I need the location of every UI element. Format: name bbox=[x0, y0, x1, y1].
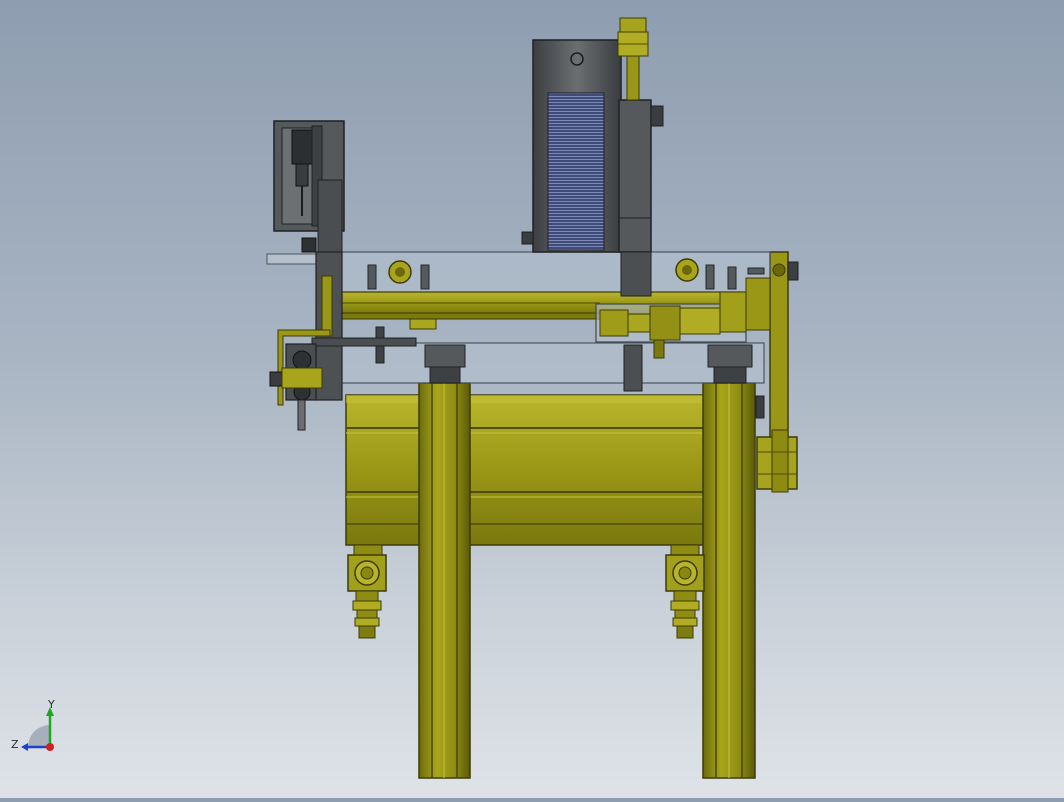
coordinate-triad bbox=[21, 707, 54, 751]
triad-z-label: Z bbox=[11, 738, 19, 751]
lower-frame-beam[interactable] bbox=[345, 394, 707, 546]
sensor-bracket[interactable] bbox=[273, 120, 345, 253]
triad-y-label: Y bbox=[48, 698, 55, 711]
left-roller[interactable] bbox=[388, 260, 412, 284]
assembly-drawing bbox=[21, 17, 799, 779]
lower-guard-plate[interactable] bbox=[317, 342, 765, 384]
left-fitting[interactable] bbox=[347, 544, 387, 639]
right-leg[interactable] bbox=[702, 382, 756, 779]
right-fitting[interactable] bbox=[665, 544, 705, 639]
left-leg[interactable] bbox=[418, 382, 471, 779]
cad-viewport[interactable] bbox=[0, 0, 1064, 798]
air-fitting[interactable] bbox=[617, 17, 649, 101]
right-roller[interactable] bbox=[675, 258, 699, 282]
